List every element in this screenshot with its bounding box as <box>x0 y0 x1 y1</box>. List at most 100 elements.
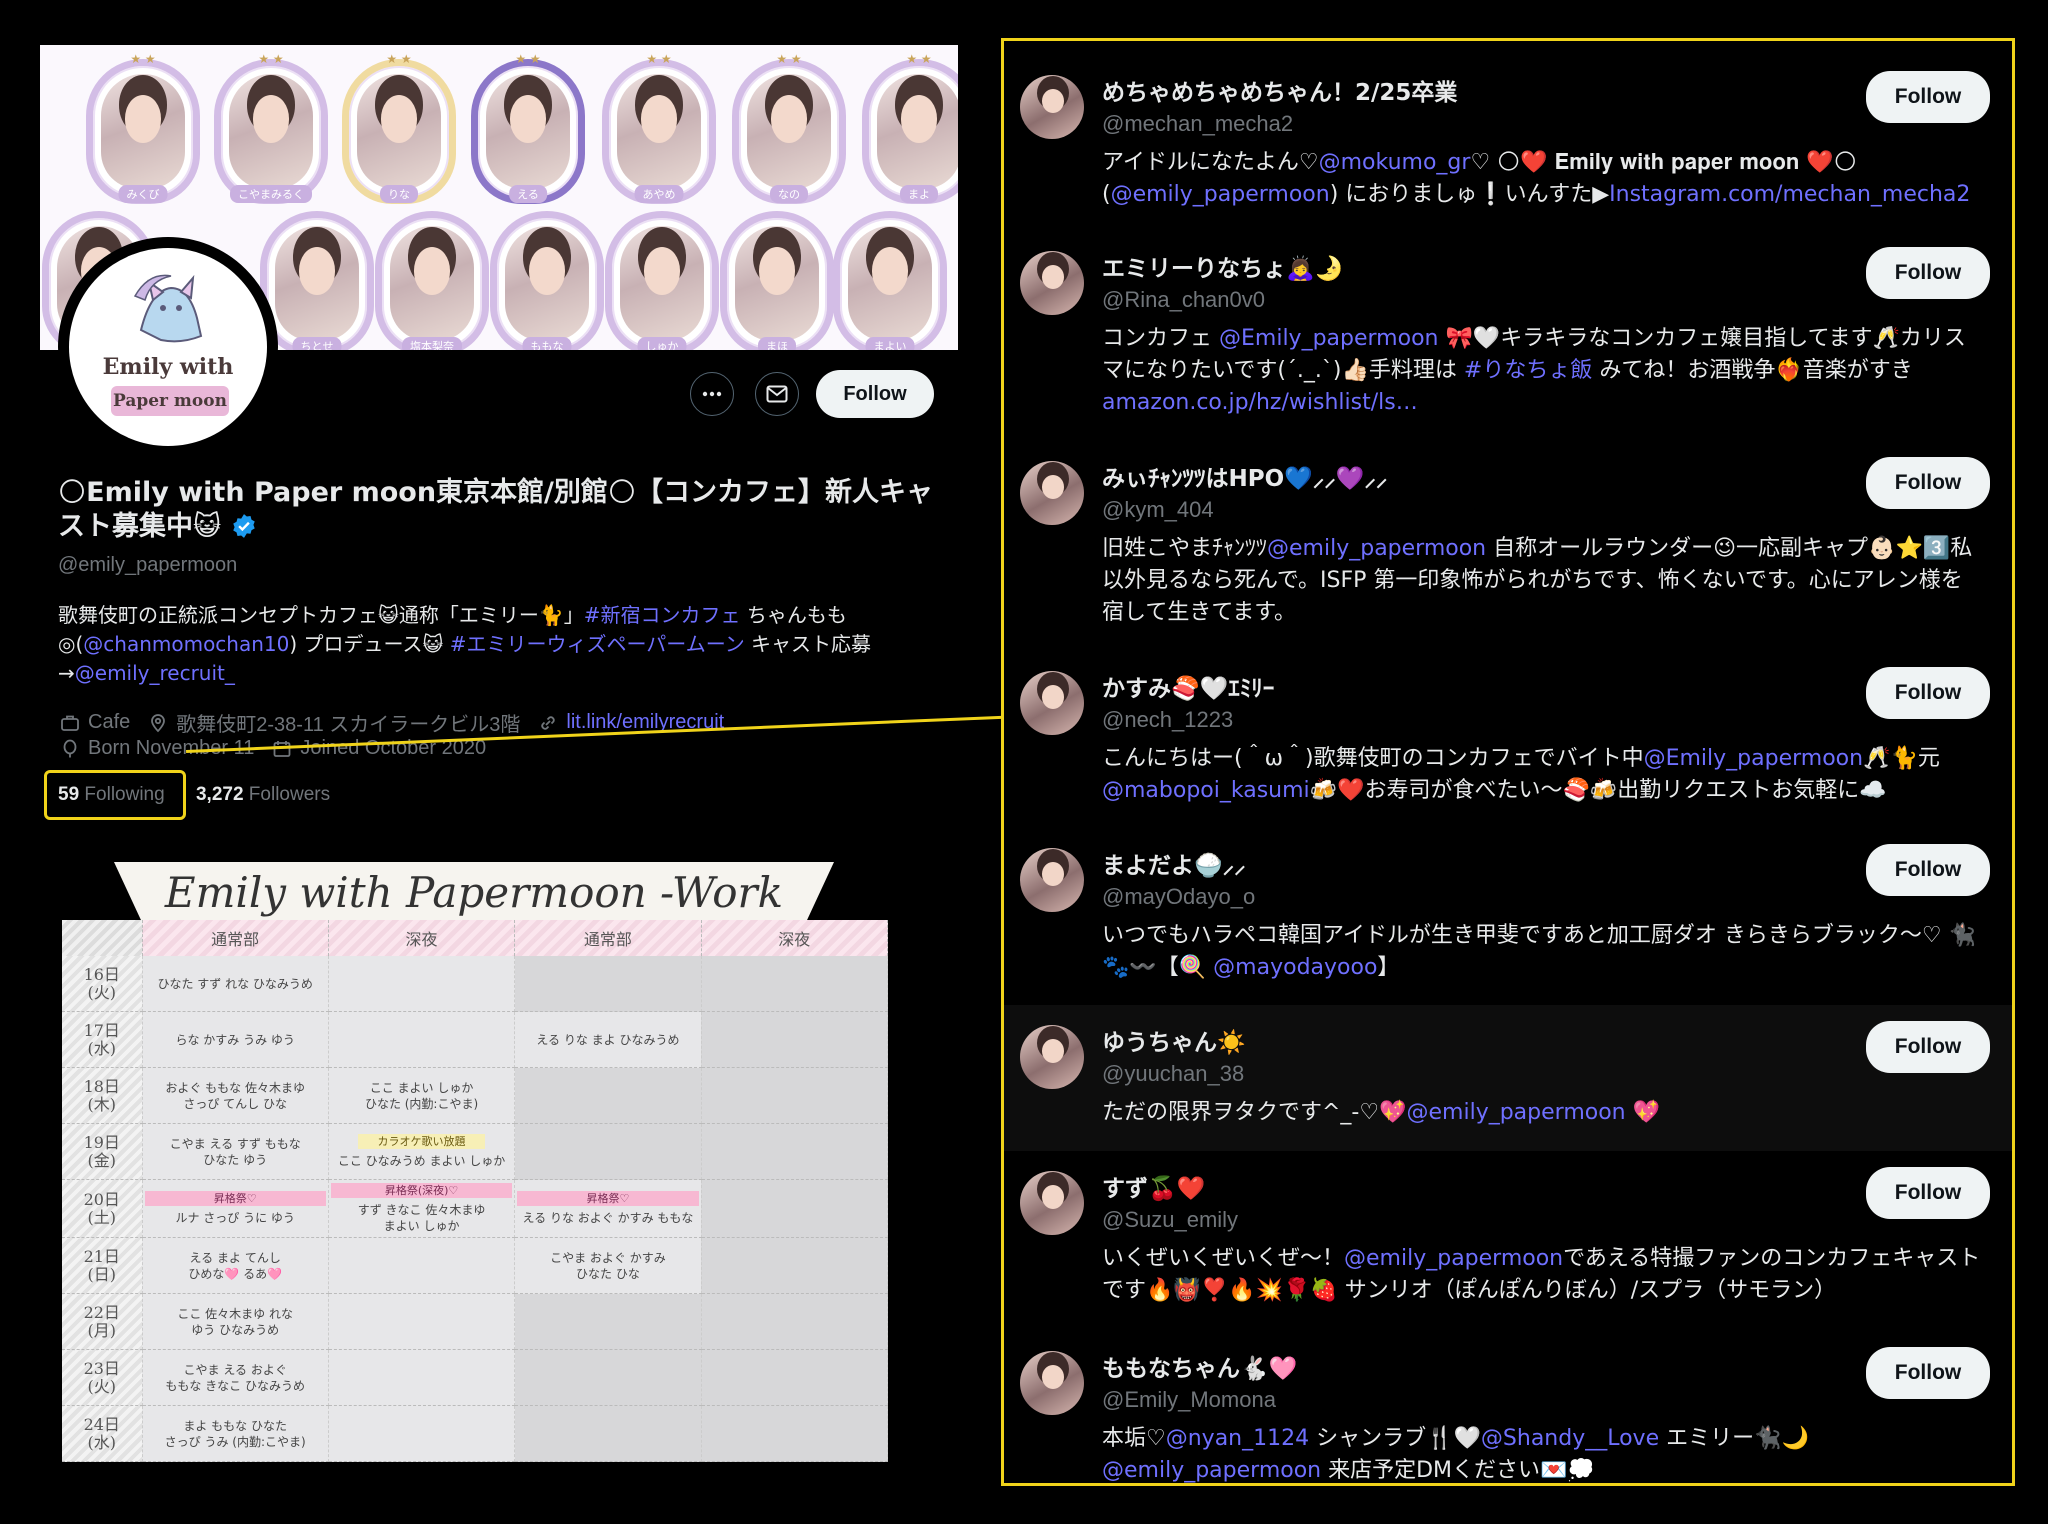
bio-hashtag-link[interactable]: #エミリーウィズペーパームーン <box>450 632 745 656</box>
bio-link[interactable]: @emily_papermoon <box>1102 1458 1321 1483</box>
bio-text: 歌舞伎町の正統派コンセプトカフェ😺通称「エミリー🐈」 <box>58 603 584 627</box>
bio-link[interactable]: amazon.co.jp/hz/wishlist/ls… <box>1102 390 1418 415</box>
bio-hashtag-link[interactable]: #新宿コンカフェ <box>584 603 741 627</box>
follow-button[interactable]: Follow <box>1866 1021 1990 1073</box>
bio-link[interactable]: Instagram.com/mechan_mecha2 <box>1609 182 1970 207</box>
shift-cell <box>328 956 516 1013</box>
shift-event-tag: 昇格祭(深夜)♡ <box>330 1183 513 1199</box>
user-avatar[interactable] <box>1020 251 1084 315</box>
user-display-name[interactable]: すず🍒❤️ <box>1102 1169 1205 1203</box>
banner-cast-frame: ★ ★ まよ <box>862 52 958 204</box>
user-handle[interactable]: @Emily_Momona <box>1102 1387 1276 1413</box>
bio-link[interactable]: @mabopoi_kasumi <box>1102 778 1310 803</box>
banner-cast-frame: ★ ★ りな <box>342 52 456 204</box>
following-user-cell[interactable]: かすみ🍣🤍ｴﾐﾘｰ @nech_1223 Follow こんにちはー(＾ω＾)歌舞伎町… <box>1004 651 2012 828</box>
shift-date: 23日 (火) <box>62 1349 143 1407</box>
follow-button[interactable]: Follow <box>1866 1167 1990 1219</box>
user-display-name[interactable]: めちゃめちゃめちゃん！2/25卒業 <box>1102 73 1457 107</box>
banner-cast-name: しゅか <box>637 337 687 350</box>
banner-cast-name: ももな <box>522 337 572 350</box>
bio-mention-link[interactable]: @chanmomochan10 <box>83 632 289 656</box>
user-bio: アイドルになたよん♡@mokumo_gr♡ 🌕❤️ 𝐄𝐦𝐢𝐥𝐲 𝐰𝐢𝐭𝐡 𝐩𝐚𝐩… <box>1102 147 1982 211</box>
profile-avatar[interactable]: Emily with Paper moon <box>58 237 278 457</box>
user-bio: 旧姓こやまﾁｬﾝﾂﾂ@emily_papermoon 自称オールラウンダー😉一応… <box>1102 533 1982 629</box>
user-handle[interactable]: @yuuchan_38 <box>1102 1061 1244 1087</box>
shift-cell <box>328 1237 516 1295</box>
user-avatar[interactable] <box>1020 848 1084 912</box>
user-display-name[interactable]: エミリーりなちょ🙇‍♀️🌛 <box>1102 249 1343 283</box>
profile-name: 🌕Emily with Paper moon東京本館/別館🌕【コンカフェ】新人キ… <box>58 476 958 544</box>
follow-button[interactable]: Follow <box>1866 1347 1990 1399</box>
highlight-box <box>44 770 186 820</box>
bio-link[interactable]: @Shandy__Love <box>1481 1426 1659 1451</box>
shift-date-day: 18日 <box>83 1076 120 1096</box>
shift-cast-names: さっぴ てんし ひな <box>183 1096 287 1111</box>
bio-link[interactable]: @emily_papermoon <box>1267 536 1486 561</box>
shift-cast-names: さっぴ うみ (内勤:こやま) <box>164 1434 306 1449</box>
shift-date: 17日 (水) <box>62 1011 143 1069</box>
follow-button[interactable]: Follow <box>816 370 934 418</box>
following-user-cell[interactable]: まよだよ🍚⸝⸝ @mayOdayo_o Follow いつでもハラペコ韓国アイドルが生… <box>1004 828 2012 1005</box>
user-handle[interactable]: @Suzu_emily <box>1102 1207 1238 1233</box>
shift-date: 19日 (金) <box>62 1123 143 1181</box>
user-display-name[interactable]: ゆうちゃん☀️ <box>1102 1023 1246 1057</box>
message-button[interactable] <box>755 372 799 416</box>
shift-cell <box>701 956 889 1013</box>
followers-count-link[interactable]: 3,272 Followers <box>196 784 330 805</box>
shift-header: 通常部 <box>514 920 702 956</box>
bio-link[interactable]: @emily_papermoon <box>1344 1246 1563 1271</box>
cast-photo <box>101 74 185 189</box>
shift-date: 20日 (土) <box>62 1179 143 1239</box>
balloon-icon <box>63 739 77 757</box>
user-display-name[interactable]: ももなちゃん🐇🩷 <box>1102 1349 1297 1383</box>
user-handle[interactable]: @Rina_chan0v0 <box>1102 287 1265 313</box>
following-user-cell[interactable]: めちゃめちゃめちゃん！2/25卒業 @mechan_mecha2 Follow アイド… <box>1004 55 2012 231</box>
bio-link[interactable]: @emily_papermoon <box>1407 1100 1626 1125</box>
bio-link[interactable]: @nyan_1124 <box>1166 1426 1309 1451</box>
user-avatar[interactable] <box>1020 75 1084 139</box>
cast-photo <box>617 74 701 189</box>
shift-date: 22日 (月) <box>62 1293 143 1351</box>
follow-button[interactable]: Follow <box>1866 247 1990 299</box>
following-user-cell[interactable]: みぃﾁｬﾝﾂﾂはHPO💙⸝⸝💜⸝⸝ @kym_404 Follow 旧姓こやまﾁｬﾝﾂ… <box>1004 441 2012 651</box>
follow-button[interactable]: Follow <box>1866 457 1990 509</box>
user-bio: こんにちはー(＾ω＾)歌舞伎町のコンカフェでバイト中@Emily_papermo… <box>1102 743 1982 807</box>
user-display-name[interactable]: みぃﾁｬﾝﾂﾂはHPO💙⸝⸝💜⸝⸝ <box>1102 459 1387 493</box>
banner-cast-name: こやまみるく <box>230 185 312 203</box>
following-user-cell[interactable]: エミリーりなちょ🙇‍♀️🌛 @Rina_chan0v0 Follow コンカフェ @E… <box>1004 231 2012 441</box>
logo-text-line1: Emily with <box>102 354 234 380</box>
following-user-cell[interactable]: ゆうちゃん☀️ @yuuchan_38 Follow ただの限界ヲタクです^_-♡💖@… <box>1004 1005 2012 1151</box>
shift-date-day: 21日 <box>83 1246 120 1266</box>
user-avatar[interactable] <box>1020 1171 1084 1235</box>
following-user-cell[interactable]: ももなちゃん🐇🩷 @Emily_Momona Follow 本垢♡@nyan_1124… <box>1004 1331 2012 1483</box>
user-avatar[interactable] <box>1020 671 1084 735</box>
more-options-button[interactable] <box>690 372 734 416</box>
bio-link[interactable]: @emily_papermoon <box>1111 182 1330 207</box>
user-display-name[interactable]: かすみ🍣🤍ｴﾐﾘｰ <box>1102 669 1274 703</box>
star-icon: ★ ★ <box>130 52 156 66</box>
shift-cell: ひなた すず れな ひなみうめ <box>142 956 329 1013</box>
bio-mention-link[interactable]: @emily_recruit_ <box>75 661 235 685</box>
following-user-cell[interactable]: すず🍒❤️ @Suzu_emily Follow いくぜいくぜいくぜ〜！@emily_… <box>1004 1151 2012 1331</box>
user-display-name[interactable]: まよだよ🍚⸝⸝ <box>1102 846 1246 880</box>
bio-link[interactable]: @mokumo_gr <box>1319 150 1471 175</box>
bio-link[interactable]: @Emily_papermoon <box>1219 326 1438 351</box>
user-avatar[interactable] <box>1020 461 1084 525</box>
user-avatar[interactable] <box>1020 1025 1084 1089</box>
shift-cell: らな かすみ うみ ゆう <box>142 1011 329 1069</box>
follow-button[interactable]: Follow <box>1866 71 1990 123</box>
user-avatar[interactable] <box>1020 1351 1084 1415</box>
user-handle[interactable]: @mayOdayo_o <box>1102 884 1255 910</box>
bio-link[interactable]: @mayodayooo <box>1213 955 1377 980</box>
shift-cell: 昇格祭(深夜)♡ すず きなこ 佐々木まゆ まよい しゅか <box>328 1179 516 1239</box>
follow-button[interactable]: Follow <box>1866 667 1990 719</box>
shift-date-weekday: (木) <box>87 1094 117 1114</box>
shift-date-day: 23日 <box>83 1358 120 1378</box>
user-handle[interactable]: @mechan_mecha2 <box>1102 111 1293 137</box>
follow-button[interactable]: Follow <box>1866 844 1990 896</box>
bio-link[interactable]: #りなちょ飯 <box>1464 358 1592 383</box>
user-handle[interactable]: @nech_1223 <box>1102 707 1233 733</box>
cast-photo <box>357 74 441 189</box>
user-handle[interactable]: @kym_404 <box>1102 497 1214 523</box>
bio-link[interactable]: @Emily_papermoon <box>1644 746 1863 771</box>
